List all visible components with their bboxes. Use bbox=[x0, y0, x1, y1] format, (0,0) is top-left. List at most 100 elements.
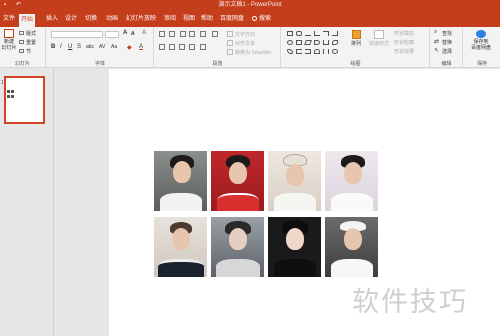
distributed-icon[interactable] bbox=[200, 44, 206, 50]
editing-group-label: 编辑 bbox=[441, 61, 452, 67]
photo-1[interactable] bbox=[154, 151, 207, 211]
ribbon: 新建 幻灯片 版式 重置 节 幻灯片 A A A B I U S abc AV … bbox=[0, 27, 500, 68]
save-group-label: 保存 bbox=[476, 61, 487, 67]
editing-group: ⌕ 查找 ⇄ 替换 ↖ 选择 编辑 bbox=[431, 27, 463, 68]
font-family-select[interactable] bbox=[51, 31, 103, 38]
oval-shape-icon[interactable] bbox=[287, 40, 293, 45]
tab-view[interactable]: 视图 bbox=[181, 11, 197, 27]
line-spacing-icon[interactable] bbox=[200, 31, 206, 37]
find-button[interactable]: 查找 bbox=[442, 30, 452, 37]
brace-right-shape-icon[interactable] bbox=[305, 49, 311, 54]
tab-design[interactable]: 设计 bbox=[63, 11, 79, 27]
save-to-baidu-button[interactable]: 保存到 百度网盘 bbox=[466, 30, 496, 51]
elbow-shape-icon[interactable] bbox=[323, 31, 329, 36]
brackets-shape-icon[interactable] bbox=[323, 49, 329, 54]
tab-slideshow[interactable]: 幻灯片放映 bbox=[124, 11, 158, 27]
arrange-button[interactable]: 排列 bbox=[349, 30, 363, 47]
powerpoint-window: ▪ ↶ 演示文稿1 - PowerPoint 文件 开始 插入 设计 切换 动画… bbox=[0, 0, 500, 336]
slide-thumbnail[interactable] bbox=[4, 76, 45, 124]
shape-outline-button[interactable]: 形状轮廓 bbox=[394, 39, 414, 46]
clear-format-icon[interactable]: A bbox=[142, 30, 146, 36]
align-center-icon[interactable] bbox=[169, 44, 175, 50]
parallelogram-shape-icon[interactable] bbox=[304, 40, 312, 45]
new-slide-icon bbox=[4, 29, 14, 38]
callout-shape-icon[interactable] bbox=[287, 49, 293, 54]
select-icon: ↖ bbox=[434, 48, 440, 54]
bullets-icon[interactable] bbox=[159, 31, 165, 37]
curve-shape-icon[interactable] bbox=[332, 31, 338, 36]
text-direction-button[interactable]: 文字方向 bbox=[235, 31, 255, 38]
rectangle-shape-icon[interactable] bbox=[287, 31, 293, 36]
decrease-indent-icon[interactable] bbox=[180, 31, 186, 37]
justify-icon[interactable] bbox=[189, 44, 195, 50]
photo-4[interactable] bbox=[325, 151, 378, 211]
slide-canvas[interactable]: 软件技巧 bbox=[109, 69, 500, 336]
window-title: 演示文稿1 - PowerPoint bbox=[218, 2, 282, 8]
tab-file[interactable]: 文件 bbox=[1, 11, 17, 27]
arc-shape-icon[interactable] bbox=[314, 49, 320, 54]
photo-5[interactable] bbox=[154, 217, 207, 277]
shadow-button[interactable]: S bbox=[77, 44, 81, 50]
line-shape-icon[interactable] bbox=[305, 31, 311, 36]
title-bar: ▪ ↶ 演示文稿1 - PowerPoint bbox=[0, 0, 500, 11]
thumb-photo bbox=[11, 90, 14, 93]
arrow-shape-icon[interactable] bbox=[314, 40, 320, 45]
shrink-font-icon[interactable]: A bbox=[131, 31, 135, 37]
select-button[interactable]: 选择 bbox=[442, 48, 452, 55]
search-label: 搜索 bbox=[259, 16, 272, 22]
drawing-group: 排列 快速样式 形状填充 形状轮廓 形状效果 绘图 bbox=[282, 27, 430, 68]
rounded-rect-shape-icon[interactable] bbox=[296, 31, 302, 36]
convert-smartart-button[interactable]: 转换为 SmartArt bbox=[235, 49, 271, 56]
font-size-select[interactable] bbox=[105, 31, 119, 38]
char-spacing-icon[interactable]: AV bbox=[99, 44, 105, 50]
tab-review[interactable]: 审阅 bbox=[162, 11, 178, 27]
drawing-group-label: 绘图 bbox=[350, 61, 361, 67]
tab-home[interactable]: 开始 bbox=[19, 14, 36, 27]
save-group: 保存到 百度网盘 保存 bbox=[464, 27, 500, 68]
slides-group-label: 幻灯片 bbox=[14, 61, 30, 67]
photo-6[interactable] bbox=[211, 217, 264, 277]
tab-transitions[interactable]: 切换 bbox=[83, 11, 99, 27]
italic-button[interactable]: I bbox=[60, 44, 62, 50]
grow-font-icon[interactable]: A bbox=[123, 30, 127, 36]
align-left-icon[interactable] bbox=[159, 44, 165, 50]
photo-3[interactable] bbox=[268, 151, 321, 211]
cloud-icon bbox=[476, 30, 486, 38]
tab-insert[interactable]: 插入 bbox=[44, 11, 60, 27]
quick-styles-button[interactable]: 快速样式 bbox=[367, 30, 391, 47]
align-right-icon[interactable] bbox=[179, 44, 185, 50]
font-color-icon[interactable]: A bbox=[139, 44, 143, 50]
bold-button[interactable]: B bbox=[51, 44, 55, 50]
tab-baidu-netdisk[interactable]: 百度网盘 bbox=[218, 11, 246, 27]
replace-button[interactable]: 替换 bbox=[442, 39, 452, 46]
change-case-icon[interactable]: Aa bbox=[111, 44, 117, 50]
reset-button[interactable]: 重置 bbox=[26, 39, 36, 46]
underline-button[interactable]: U bbox=[68, 44, 72, 50]
square-shape-icon[interactable] bbox=[296, 40, 302, 45]
circle-shape-icon[interactable] bbox=[332, 49, 338, 54]
columns-icon[interactable] bbox=[212, 31, 218, 37]
shape-effects-button[interactable]: 形状效果 bbox=[394, 48, 414, 55]
new-slide-button[interactable]: 新建 幻灯片 bbox=[1, 29, 17, 51]
tab-search[interactable]: 搜索 bbox=[250, 11, 273, 27]
save-to-baidu-label: 保存到 百度网盘 bbox=[470, 39, 491, 51]
bracket-shape-icon[interactable] bbox=[323, 40, 329, 45]
brace-left-shape-icon[interactable] bbox=[296, 49, 302, 54]
strikethrough-button[interactable]: abc bbox=[86, 44, 94, 50]
section-button[interactable]: 节 bbox=[26, 48, 31, 55]
align-text-icon bbox=[227, 40, 233, 46]
tab-help[interactable]: 帮助 bbox=[199, 11, 215, 27]
align-text-button[interactable]: 对齐文本 bbox=[235, 40, 255, 47]
photo-2[interactable] bbox=[211, 151, 264, 211]
highlight-icon[interactable]: ◆ bbox=[127, 44, 132, 51]
numbering-icon[interactable] bbox=[169, 31, 175, 37]
layout-button[interactable]: 版式 bbox=[26, 30, 36, 37]
star-shape-icon[interactable] bbox=[332, 40, 338, 45]
connector-shape-icon[interactable] bbox=[314, 31, 320, 36]
increase-indent-icon[interactable] bbox=[189, 31, 195, 37]
tab-animations[interactable]: 动画 bbox=[104, 11, 120, 27]
photo-7[interactable] bbox=[268, 217, 321, 277]
shape-fill-button[interactable]: 形状填充 bbox=[394, 30, 414, 37]
photo-8[interactable] bbox=[325, 217, 378, 277]
replace-icon: ⇄ bbox=[434, 39, 440, 45]
